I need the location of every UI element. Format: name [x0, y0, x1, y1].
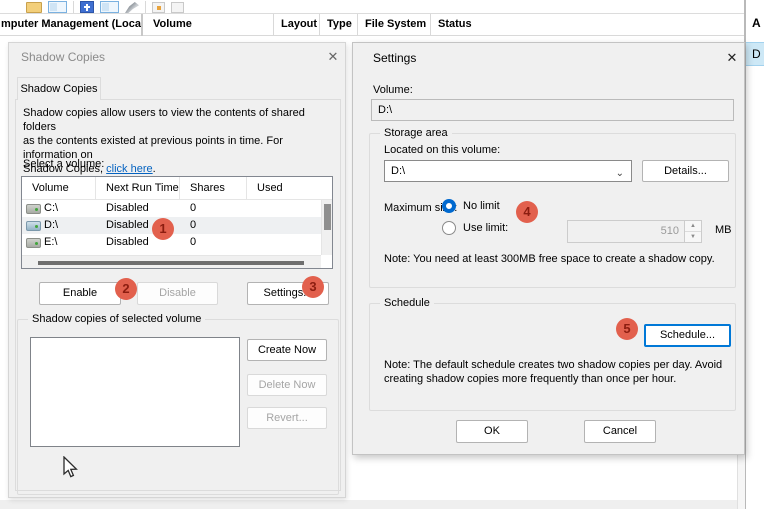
cell-shares: 0: [180, 234, 247, 251]
use-limit-radio[interactable]: [442, 221, 456, 235]
toolbar-separator: [145, 1, 146, 13]
shadow-copies-list[interactable]: [30, 337, 240, 447]
volume-table: Volume Next Run Time Shares Used C:\ Dis…: [21, 176, 333, 269]
annotation-step-3: 3: [302, 276, 324, 298]
schedule-button[interactable]: Schedule...: [644, 324, 731, 347]
use-limit-radio-row: Use limit:: [442, 221, 508, 235]
cell-volume: D:\: [44, 217, 58, 234]
drive-icon: [26, 204, 41, 214]
volume-table-header: Volume Next Run Time Shares Used: [22, 177, 332, 200]
tree-root-label[interactable]: mputer Management (Local: [0, 14, 143, 36]
storage-area-group: Storage area Located on this volume: D:\…: [369, 133, 736, 288]
revert-button[interactable]: Revert...: [247, 407, 327, 429]
table-horizontal-scrollbar[interactable]: [22, 255, 321, 268]
actions-pane: A D: [746, 0, 764, 509]
mmc-header-row: mputer Management (Local Volume Layout T…: [0, 14, 764, 36]
list-vertical-scrollbar[interactable]: [737, 452, 745, 509]
table-header-next-run-time[interactable]: Next Run Time: [96, 177, 180, 199]
ok-button[interactable]: OK: [456, 420, 528, 443]
help-icon[interactable]: [171, 2, 184, 13]
table-header-volume[interactable]: Volume: [22, 177, 96, 199]
volume-dropdown[interactable]: D:\ ⌄: [384, 160, 632, 182]
dialog-title: Shadow Copies: [21, 50, 105, 64]
spinner-buttons: ▲ ▼: [684, 221, 701, 242]
spin-up-icon[interactable]: ▲: [685, 221, 701, 232]
scrollbar-thumb[interactable]: [38, 261, 304, 265]
use-limit-label: Use limit:: [463, 222, 508, 234]
column-header-file-system[interactable]: File System: [358, 14, 431, 36]
group-title: Schedule: [380, 297, 434, 309]
toolbar-separator: [73, 1, 74, 13]
details-button[interactable]: Details...: [642, 160, 729, 182]
volume-label: Volume:: [373, 84, 413, 96]
dialog-title: Settings: [373, 51, 416, 65]
schedule-group: Schedule Schedule... Note: The default s…: [369, 303, 736, 411]
close-icon[interactable]: ✕: [724, 50, 740, 66]
storage-note: Note: You need at least 300MB free space…: [384, 252, 728, 266]
new-snapin-icon[interactable]: [80, 1, 94, 13]
wrench-icon[interactable]: [125, 2, 139, 13]
annotation-step-2: 2: [115, 278, 137, 300]
annotation-step-5: 5: [616, 318, 638, 340]
tab-shadow-copies[interactable]: Shadow Copies: [17, 77, 101, 100]
table-row-c[interactable]: C:\ Disabled 0: [22, 200, 322, 217]
close-icon[interactable]: ✕: [325, 49, 341, 65]
table-header-used[interactable]: Used: [247, 177, 332, 199]
no-limit-label: No limit: [463, 200, 500, 212]
console-window-icon[interactable]: [48, 1, 67, 13]
export-list-icon[interactable]: [152, 2, 165, 13]
annotation-step-1: 1: [152, 218, 174, 240]
disable-button[interactable]: Disable: [137, 282, 218, 305]
show-window-icon[interactable]: [100, 1, 119, 13]
table-vertical-scrollbar[interactable]: [321, 200, 332, 255]
actions-pane-selected-item[interactable]: D: [746, 42, 764, 66]
status-strip: [0, 500, 744, 509]
group-title: Shadow copies of selected volume: [28, 313, 205, 325]
located-on-volume-label: Located on this volume:: [384, 144, 500, 156]
drive-icon: [26, 221, 41, 231]
folder-icon[interactable]: [26, 2, 42, 13]
select-volume-label: Select a volume:: [23, 158, 104, 170]
mb-unit-label: MB: [715, 224, 732, 236]
column-header-layout[interactable]: Layout: [274, 14, 320, 36]
column-header-status[interactable]: Status: [431, 14, 764, 36]
cell-volume: E:\: [44, 234, 57, 251]
drive-icon: [26, 238, 41, 248]
column-header-volume[interactable]: Volume: [146, 14, 274, 36]
enable-button[interactable]: Enable: [39, 282, 121, 305]
mmc-toolbar: [0, 0, 764, 14]
annotation-step-4: 4: [516, 201, 538, 223]
chevron-down-icon: ⌄: [616, 164, 624, 184]
no-limit-radio-row: No limit: [442, 199, 500, 213]
create-now-button[interactable]: Create Now: [247, 339, 327, 361]
spin-down-icon[interactable]: ▼: [685, 232, 701, 242]
actions-pane-header: A: [752, 16, 761, 30]
cell-volume: C:\: [44, 200, 58, 217]
group-title: Storage area: [380, 127, 452, 139]
no-limit-radio[interactable]: [442, 199, 456, 213]
table-header-shares[interactable]: Shares: [180, 177, 247, 199]
shadow-copies-dialog: Shadow Copies ✕ Shadow Copies Shadow cop…: [8, 42, 346, 498]
click-here-link[interactable]: click here: [106, 163, 152, 175]
description-suffix: .: [153, 163, 156, 175]
column-header-type[interactable]: Type: [320, 14, 358, 36]
cell-shares: 0: [180, 217, 247, 234]
cancel-button[interactable]: Cancel: [584, 420, 656, 443]
dropdown-value: D:\: [391, 165, 405, 177]
screen: { "toolbar": { "icons": ["folder-icon","…: [0, 0, 764, 509]
delete-now-button[interactable]: Delete Now: [247, 374, 327, 396]
cell-shares: 0: [180, 200, 247, 217]
schedule-note: Note: The default schedule creates two s…: [384, 358, 724, 386]
table-row-e[interactable]: E:\ Disabled 0: [22, 234, 322, 251]
limit-size-spinner[interactable]: 510 ▲ ▼: [567, 220, 702, 243]
cell-next-run-time: Disabled: [96, 200, 180, 217]
limit-value: 510: [661, 221, 679, 242]
scrollbar-thumb[interactable]: [324, 204, 331, 230]
volume-value-field: D:\: [371, 99, 734, 121]
settings-dialog: Settings ✕ Volume: D:\ Storage area Loca…: [352, 42, 745, 455]
mouse-cursor: [62, 456, 80, 480]
description-line: Shadow copies allow users to view the co…: [23, 107, 305, 133]
